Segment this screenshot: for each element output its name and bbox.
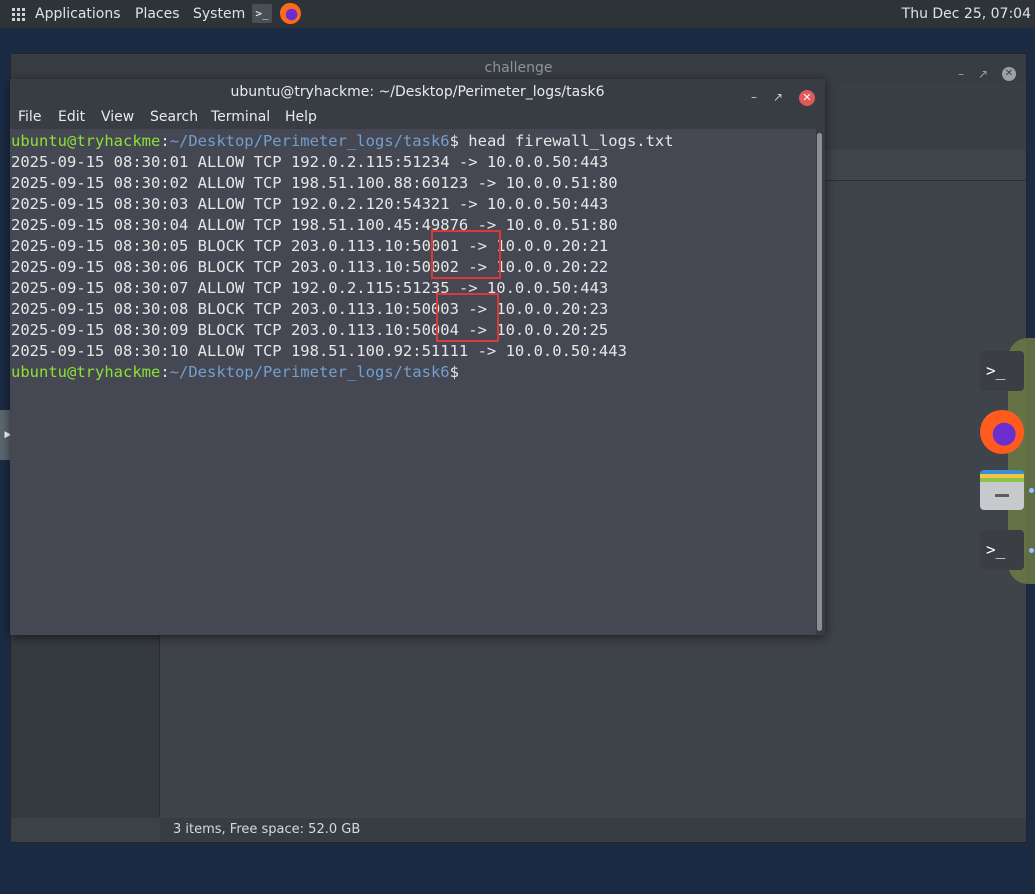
top-panel: Applications Places System >_ Thu Dec 25… <box>0 0 1035 28</box>
log-line: 2025-09-15 08:30:05 BLOCK TCP 203.0.113.… <box>11 237 609 255</box>
log-line: 2025-09-15 08:30:09 BLOCK TCP 203.0.113.… <box>11 321 609 339</box>
running-indicator <box>1029 488 1034 493</box>
log-line: 2025-09-15 08:30:10 ALLOW TCP 198.51.100… <box>11 342 627 360</box>
applications-menu[interactable]: Applications <box>35 0 121 28</box>
system-menu[interactable]: System <box>193 0 245 28</box>
firefox-dock-icon[interactable] <box>980 410 1024 454</box>
terminal-window: ubuntu@tryhackme: ~/Desktop/Perimeter_lo… <box>10 79 825 635</box>
close-icon[interactable]: ✕ <box>1002 67 1016 81</box>
log-line: 2025-09-15 08:30:02 ALLOW TCP 198.51.100… <box>11 174 618 192</box>
terminal-dock-icon[interactable]: >_ <box>980 351 1024 391</box>
terminal-launcher-icon[interactable]: >_ <box>252 4 272 23</box>
terminal-dock-icon-2[interactable]: >_ <box>980 530 1024 570</box>
command-line: ubuntu@tryhackme:~/Desktop/Perimeter_log… <box>11 132 674 150</box>
apps-grid-icon[interactable] <box>12 8 25 21</box>
menu-terminal[interactable]: Terminal <box>211 109 270 125</box>
terminal-close-icon[interactable]: ✕ <box>799 89 815 106</box>
log-line: 2025-09-15 08:30:04 ALLOW TCP 198.51.100… <box>11 216 618 234</box>
terminal-menubar: File Edit View Search Terminal Help <box>10 106 825 129</box>
log-line: 2025-09-15 08:30:07 ALLOW TCP 192.0.2.11… <box>11 279 609 297</box>
log-line: 2025-09-15 08:30:03 ALLOW TCP 192.0.2.12… <box>11 195 609 213</box>
menu-help[interactable]: Help <box>285 109 317 125</box>
places-menu[interactable]: Places <box>135 0 180 28</box>
status-bar: 3 items, Free space: 52.0 GB <box>160 818 1026 842</box>
file-manager-title: challenge <box>484 60 553 76</box>
running-indicator <box>1029 548 1034 553</box>
terminal-output[interactable]: ubuntu@tryhackme:~/Desktop/Perimeter_log… <box>10 129 816 635</box>
terminal-scrollbar[interactable] <box>817 133 822 631</box>
log-line: 2025-09-15 08:30:01 ALLOW TCP 192.0.2.11… <box>11 153 609 171</box>
highlight-box <box>431 230 501 279</box>
file-manager-titlebar[interactable]: challenge – ↗ ✕ <box>11 54 1026 82</box>
files-dock-icon[interactable] <box>980 470 1024 510</box>
log-line: 2025-09-15 08:30:06 BLOCK TCP 203.0.113.… <box>11 258 609 276</box>
terminal-title: ubuntu@tryhackme: ~/Desktop/Perimeter_lo… <box>230 84 605 100</box>
menu-file[interactable]: File <box>18 109 41 125</box>
log-line: 2025-09-15 08:30:08 BLOCK TCP 203.0.113.… <box>11 300 609 318</box>
clock[interactable]: Thu Dec 25, 07:04 <box>902 0 1031 28</box>
prompt-line: ubuntu@tryhackme:~/Desktop/Perimeter_log… <box>11 363 459 381</box>
menu-edit[interactable]: Edit <box>58 109 85 125</box>
firefox-launcher-icon[interactable] <box>280 3 301 24</box>
menu-view[interactable]: View <box>101 109 134 125</box>
highlight-box <box>436 293 499 342</box>
menu-search[interactable]: Search <box>150 109 198 125</box>
command-text: head firewall_logs.txt <box>458 132 674 150</box>
terminal-titlebar[interactable]: ubuntu@tryhackme: ~/Desktop/Perimeter_lo… <box>10 79 825 106</box>
